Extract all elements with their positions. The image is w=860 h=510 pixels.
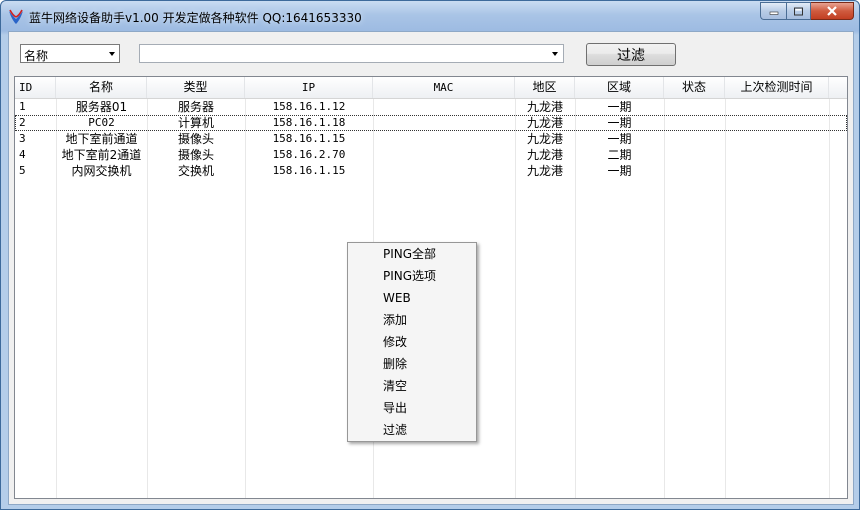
cell-region: 九龙港 [526, 148, 563, 162]
cell-last-check [725, 99, 829, 115]
cell-ip: 158.16.1.18 [272, 116, 346, 129]
column-header-zone[interactable]: 区域 [575, 77, 664, 98]
column-header-last-check[interactable]: 上次检测时间 [725, 77, 829, 98]
minimize-icon [769, 11, 778, 15]
cell-id: 1 [19, 100, 26, 113]
table-row[interactable]: 1 服务器01 服务器 158.16.1.12 九龙港 一期 [15, 99, 847, 115]
title-bar[interactable]: 蓝牛网络设备助手v1.00 开发定做各种软件 QQ:1641653330 [1, 1, 859, 31]
column-header-mac[interactable]: MAC [373, 77, 515, 98]
close-icon [827, 6, 837, 16]
cell-status [664, 131, 725, 147]
cell-name: 地下室前通道 [65, 132, 138, 146]
cell-status [664, 147, 725, 163]
search-input[interactable] [142, 46, 546, 63]
minimize-button[interactable] [760, 2, 786, 20]
menu-item-export[interactable]: 导出 [383, 397, 407, 419]
column-header-region[interactable]: 地区 [515, 77, 575, 98]
table-row[interactable]: 2 PC02 计算机 158.16.1.18 九龙港 一期 [15, 115, 847, 131]
field-select-value: 名称 [24, 49, 49, 63]
cell-name: 内网交换机 [71, 164, 132, 178]
cell-ip: 158.16.1.15 [272, 132, 346, 145]
column-header-id[interactable]: ID [15, 77, 56, 98]
maximize-icon [794, 7, 803, 15]
table-row[interactable]: 3 地下室前通道 摄像头 158.16.1.15 九龙港 一期 [15, 131, 847, 147]
cell-ip: 158.16.1.12 [272, 100, 346, 113]
menu-item-clear[interactable]: 清空 [383, 375, 407, 397]
chevron-down-icon [109, 52, 115, 56]
cell-zone: 一期 [607, 100, 632, 114]
app-logo-icon [9, 9, 23, 24]
cell-zone: 二期 [607, 148, 632, 162]
column-header-status[interactable]: 状态 [664, 77, 725, 98]
menu-item-delete[interactable]: 删除 [383, 353, 407, 375]
filter-button[interactable]: 过滤 [586, 43, 676, 66]
search-combo[interactable] [139, 44, 564, 63]
cell-type: 计算机 [177, 116, 214, 130]
cell-type: 摄像头 [177, 148, 214, 162]
cell-region: 九龙港 [526, 164, 563, 178]
cell-name: PC02 [88, 116, 115, 129]
table-row[interactable]: 4 地下室前2通道 摄像头 158.16.2.70 九龙港 二期 [15, 147, 847, 163]
context-menu: PING全部 PING选项 WEB 添加 修改 删除 清空 导出 过滤 [347, 242, 477, 442]
cell-status [664, 99, 725, 115]
cell-id: 4 [19, 148, 26, 161]
cell-mac [373, 99, 515, 115]
cell-region: 九龙港 [526, 116, 563, 130]
column-header-type[interactable]: 类型 [147, 77, 245, 98]
cell-type: 服务器 [177, 100, 214, 114]
cell-zone: 一期 [607, 132, 632, 146]
cell-status [664, 163, 725, 179]
column-header-name[interactable]: 名称 [56, 77, 147, 98]
menu-item-ping-options[interactable]: PING选项 [383, 265, 436, 287]
cell-last-check [725, 115, 829, 131]
column-header-ip[interactable]: IP [245, 77, 373, 98]
caption-buttons [760, 2, 854, 21]
cell-name: 地下室前2通道 [61, 148, 142, 162]
cell-id: 2 [19, 116, 26, 129]
menu-item-add[interactable]: 添加 [383, 309, 407, 331]
cell-status [664, 115, 725, 131]
cell-mac [373, 115, 515, 131]
field-select[interactable]: 名称 [20, 44, 120, 63]
cell-region: 九龙港 [526, 132, 563, 146]
cell-zone: 一期 [607, 116, 632, 130]
cell-region: 九龙港 [526, 100, 563, 114]
menu-item-web[interactable]: WEB [383, 287, 411, 309]
cell-mac [373, 163, 515, 179]
cell-zone: 一期 [607, 164, 632, 178]
cell-id: 3 [19, 132, 26, 145]
cell-last-check [725, 147, 829, 163]
cell-last-check [725, 131, 829, 147]
menu-item-filter[interactable]: 过滤 [383, 419, 407, 441]
cell-mac [373, 147, 515, 163]
cell-name: 服务器01 [75, 100, 128, 114]
cell-ip: 158.16.2.70 [272, 148, 346, 161]
cell-last-check [725, 163, 829, 179]
menu-item-ping-all[interactable]: PING全部 [383, 243, 436, 265]
window-title: 蓝牛网络设备助手v1.00 开发定做各种软件 QQ:1641653330 [29, 11, 362, 25]
maximize-button[interactable] [786, 2, 811, 20]
list-header: ID 名称 类型 IP MAC 地区 区域 状态 上次检测时间 [15, 77, 847, 99]
cell-ip: 158.16.1.15 [272, 164, 346, 177]
list-rows: 1 服务器01 服务器 158.16.1.12 九龙港 一期 2 PC02 计算… [15, 99, 847, 179]
cell-mac [373, 131, 515, 147]
cell-id: 5 [19, 164, 26, 177]
cell-type: 摄像头 [177, 132, 214, 146]
close-button[interactable] [811, 2, 854, 20]
chevron-down-icon[interactable] [552, 52, 558, 56]
cell-type: 交换机 [177, 164, 214, 178]
menu-item-edit[interactable]: 修改 [383, 331, 407, 353]
table-row[interactable]: 5 内网交换机 交换机 158.16.1.15 九龙港 一期 [15, 163, 847, 179]
